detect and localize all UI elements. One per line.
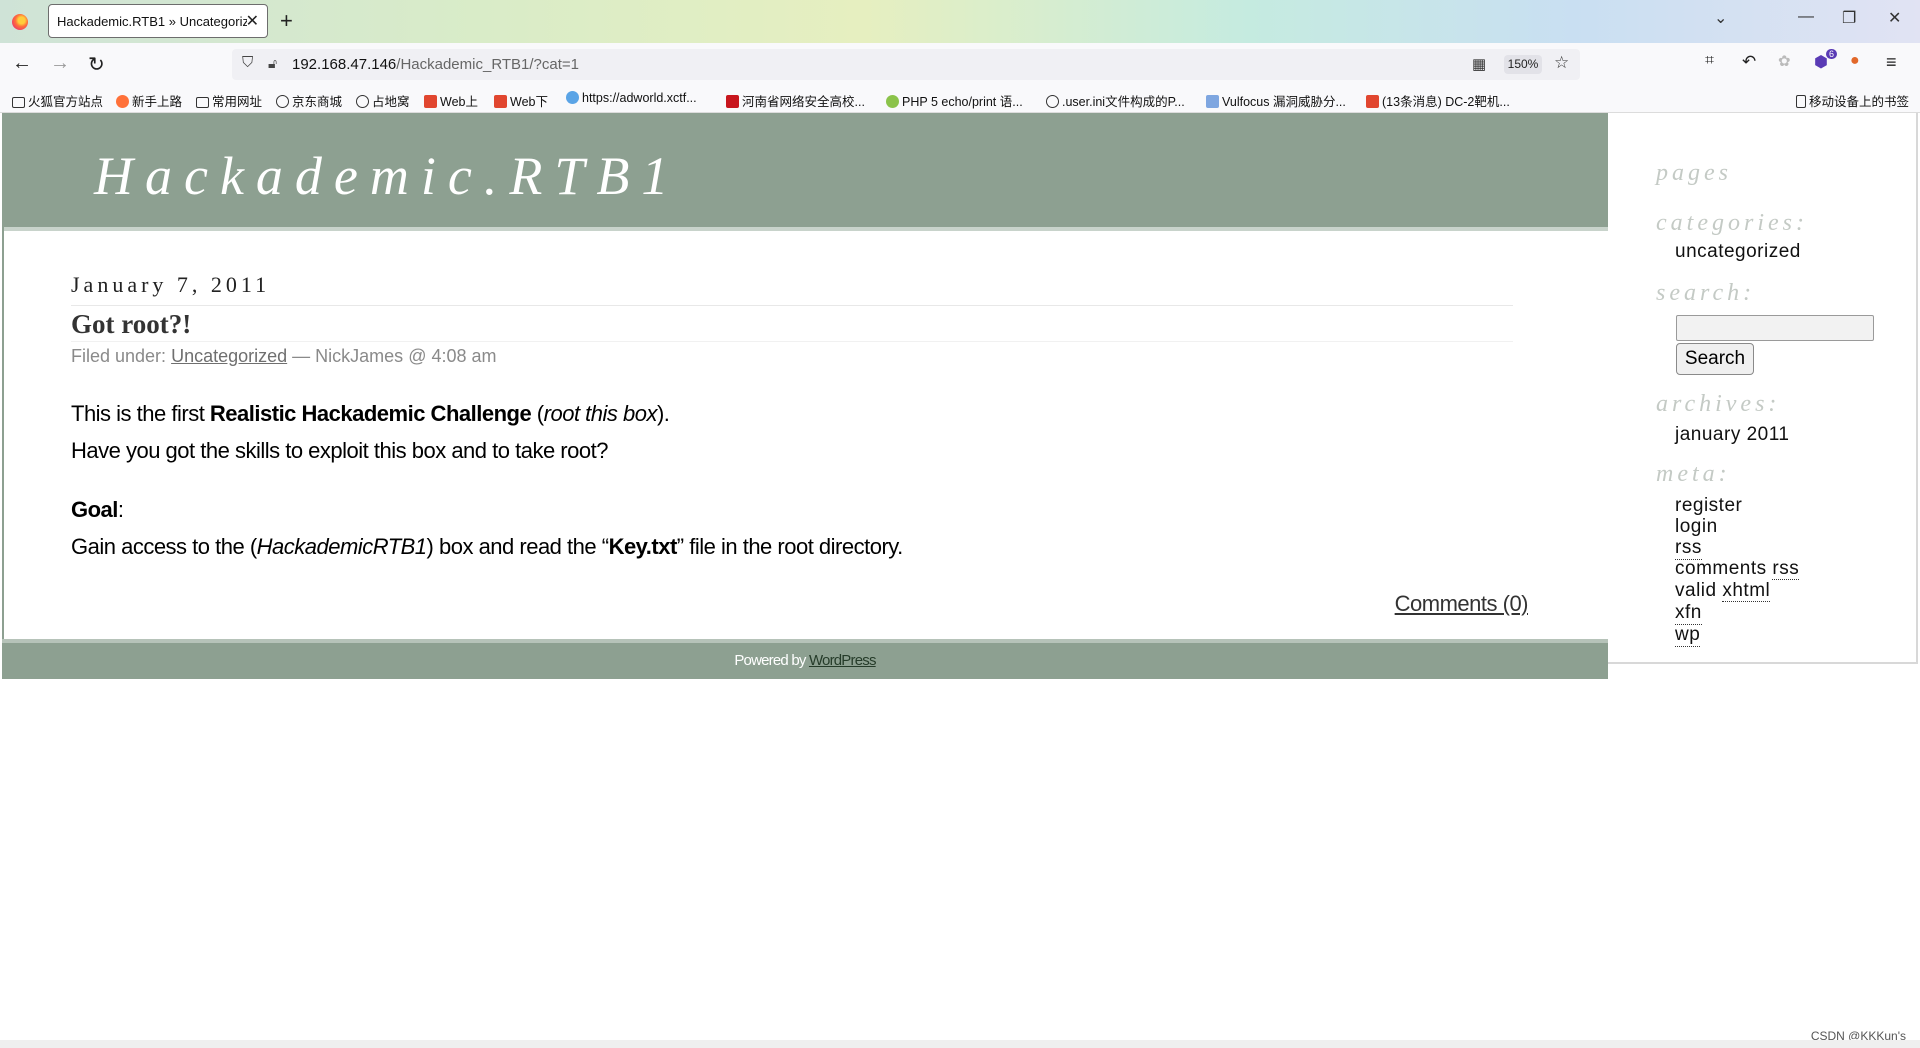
goal-heading: Goal: [71, 497, 124, 522]
comments-rss-link[interactable]: rss [1772, 558, 1800, 580]
pages-heading: pages [1656, 160, 1732, 186]
globe-icon [276, 95, 289, 108]
filed-under-label: Filed under: [71, 346, 167, 366]
adworld-icon [566, 91, 579, 104]
categories-heading: categories: [1656, 210, 1808, 236]
folder-icon [196, 97, 209, 108]
body-paragraph: This is the first Realistic Hackademic C… [71, 401, 670, 426]
bookmark-item[interactable]: 京东商城 [276, 91, 342, 110]
url-text[interactable]: 192.168.47.146/Hackademic_RTB1/?cat=1 [292, 56, 579, 73]
lock-icon[interactable]: 🔓︎ [268, 55, 277, 72]
url-host: 192.168.47.146 [292, 56, 397, 73]
qr-code-icon[interactable]: ▦ [1472, 55, 1486, 73]
undo-icon[interactable]: ↶ [1742, 52, 1756, 72]
reload-icon[interactable]: ↻ [88, 52, 105, 77]
comments-rss-item: comments rss [1675, 558, 1800, 580]
xfn-link[interactable]: xfn [1675, 602, 1702, 625]
bookmark-item[interactable]: Web下 [494, 91, 548, 110]
blog-title[interactable]: Hackademic.RTB1 [94, 145, 680, 207]
taskbar-strip [0, 1040, 1920, 1048]
bookmark-item[interactable]: 常用网址 [196, 91, 262, 110]
bookmark-star-icon[interactable]: ☆ [1554, 53, 1569, 73]
bookmark-item[interactable]: (13条消息) DC-2靶机... [1366, 91, 1510, 110]
csdn-icon [424, 95, 437, 108]
post-meta: Filed under: Uncategorized — NickJames @… [71, 346, 497, 367]
zoom-level[interactable]: 150% [1504, 55, 1542, 74]
back-icon[interactable]: ← [12, 52, 32, 75]
extension-badge-count: 6 [1826, 49, 1838, 59]
login-link[interactable]: login [1675, 516, 1718, 538]
search-heading: search: [1656, 280, 1756, 306]
csdn-icon [1366, 95, 1379, 108]
nav-bar: ← → ↻ ⛉ 🔓︎ 192.168.47.146/Hackademic_RTB… [0, 43, 1920, 86]
menu-icon[interactable]: ≡ [1886, 52, 1897, 73]
register-link[interactable]: register [1675, 495, 1742, 517]
comments-link[interactable]: Comments (0) [1395, 591, 1529, 617]
divider [71, 341, 1513, 342]
bookmarks-bar: 火狐官方站点 新手上路 常用网址 京东商城 占地窝 Web上 Web下 http… [0, 86, 1920, 113]
meta-heading: meta: [1656, 461, 1731, 487]
vulfocus-icon [1206, 95, 1219, 108]
new-tab-icon[interactable]: + [280, 8, 293, 34]
web-page: Hackademic.RTB1 January 7, 2011 Got root… [0, 113, 1920, 1048]
forward-icon[interactable]: → [50, 52, 70, 75]
tab-bar: Hackademic.RTB1 » Uncategoriz ✕ + ⌄ — ❐ … [0, 0, 1920, 43]
blog-footer: Powered by WordPress [2, 639, 1608, 679]
divider [71, 305, 1513, 306]
bookmark-item[interactable]: PHP 5 echo/print 语... [886, 91, 1023, 110]
bookmark-item[interactable]: Web上 [424, 91, 478, 110]
valid-xhtml-item: valid xhtml [1675, 580, 1771, 602]
globe-icon [356, 95, 369, 108]
author-time: — NickJames @ 4:08 am [292, 346, 497, 366]
minimize-icon[interactable]: — [1798, 8, 1814, 26]
powered-by: Powered by WordPress [734, 652, 877, 669]
tab-active[interactable]: Hackademic.RTB1 » Uncategoriz ✕ [48, 4, 268, 38]
bookmark-item[interactable]: Vulfocus 漏洞威胁分... [1206, 91, 1346, 110]
goal-text: Gain access to the (HackademicRTB1) box … [71, 534, 903, 559]
profile-icon[interactable]: ● [1850, 52, 1860, 70]
bookmark-item[interactable]: https://adworld.xctf... [566, 91, 697, 105]
mobile-icon [1796, 95, 1806, 108]
close-icon[interactable]: ✕ [246, 11, 259, 31]
challenge-name: Realistic Hackademic Challenge [209, 401, 532, 426]
archives-heading: archives: [1656, 391, 1781, 417]
window-close-icon[interactable]: ✕ [1888, 8, 1901, 28]
folder-icon [12, 97, 25, 108]
wp-link[interactable]: wp [1675, 624, 1701, 647]
url-bar[interactable]: ⛉ 🔓︎ 192.168.47.146/Hackademic_RTB1/?cat… [232, 49, 1580, 80]
body-paragraph: Have you got the skills to exploit this … [71, 438, 608, 463]
globe-icon [1046, 95, 1059, 108]
wordpress-link[interactable]: WordPress [809, 652, 877, 669]
category-uncategorized-link[interactable]: uncategorized [1675, 241, 1801, 263]
csdn-icon [494, 95, 507, 108]
firefox-icon [116, 95, 129, 108]
xhtml-link[interactable]: xhtml [1722, 580, 1771, 602]
restore-icon[interactable]: ❐ [1842, 8, 1856, 28]
php-icon [886, 95, 899, 108]
henan-icon [726, 95, 739, 108]
url-path: /Hackademic_RTB1/?cat=1 [396, 56, 580, 73]
search-button[interactable]: Search [1676, 343, 1754, 375]
archive-january-2011-link[interactable]: january 2011 [1675, 424, 1789, 446]
rss-link[interactable]: rss [1675, 537, 1702, 560]
bookmark-item[interactable]: 河南省网络安全高校... [726, 91, 865, 110]
bookmark-item[interactable]: 新手上路 [116, 91, 182, 110]
shield-icon[interactable]: ⛉ [242, 54, 253, 71]
chevron-down-icon[interactable]: ⌄ [1714, 8, 1727, 28]
extension-icon[interactable]: ✿ [1778, 52, 1791, 70]
firefox-logo-icon [12, 14, 28, 30]
screenshot-icon[interactable]: ⌗ [1705, 52, 1714, 70]
bookmark-item[interactable]: 火狐官方站点 [12, 91, 103, 110]
category-link[interactable]: Uncategorized [171, 346, 287, 366]
tab-title: Hackademic.RTB1 » Uncategoriz [57, 14, 247, 29]
search-input[interactable] [1676, 315, 1874, 341]
post-title[interactable]: Got root?! [71, 309, 191, 340]
post-body: This is the first Realistic Hackademic C… [71, 395, 1511, 565]
blog-header: Hackademic.RTB1 [2, 113, 1608, 231]
mobile-bookmarks[interactable]: 移动设备上的书签 [1796, 91, 1909, 110]
post-date: January 7, 2011 [71, 272, 271, 297]
sidebar: pages categories: uncategorized search: … [1608, 113, 1918, 664]
bookmark-item[interactable]: 占地窝 [356, 91, 410, 110]
bookmark-item[interactable]: .user.ini文件构成的P... [1046, 91, 1185, 110]
